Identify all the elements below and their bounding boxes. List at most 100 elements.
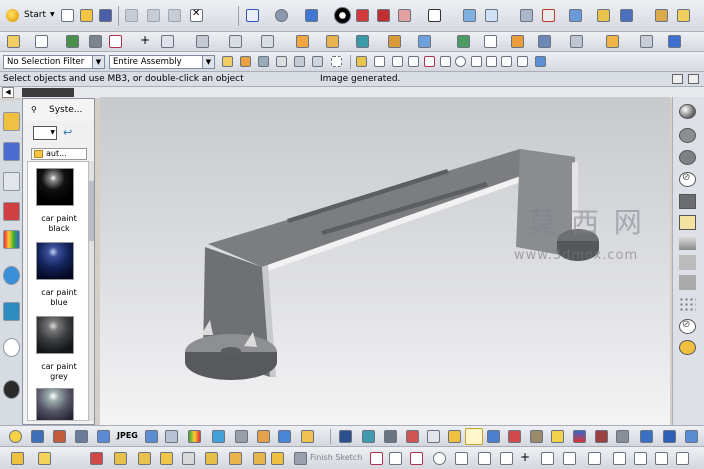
dots-grid-icon[interactable] [679, 297, 696, 312]
mirror-curve-icon[interactable] [588, 452, 601, 465]
folder-stack-icon[interactable] [640, 430, 653, 443]
snap-center-icon[interactable] [440, 56, 451, 67]
folder-row[interactable]: aut... [31, 148, 87, 160]
constraint-navigator-icon[interactable] [3, 142, 20, 161]
arc-icon[interactable] [410, 452, 423, 465]
stage-icon[interactable] [212, 430, 225, 443]
sketch-grid-icon[interactable] [294, 452, 307, 465]
sparkle-icon[interactable] [11, 452, 24, 465]
point-icon[interactable] [485, 9, 498, 22]
texture-icon[interactable] [75, 430, 88, 443]
photo-icon[interactable] [53, 430, 66, 443]
white-square-icon[interactable] [428, 9, 441, 22]
graphics-window[interactable]: 莫 西 网 www.3dmox.com [100, 97, 670, 427]
line-icon[interactable] [389, 452, 402, 465]
palette-icon[interactable] [3, 230, 20, 249]
copy-icon[interactable] [147, 9, 160, 22]
floor-icon[interactable] [679, 255, 696, 270]
polyline-icon[interactable] [455, 452, 468, 465]
circle-icon[interactable] [433, 452, 446, 465]
mesh-icon[interactable] [640, 35, 653, 48]
blue-block-icon[interactable] [663, 430, 676, 443]
point-set-icon[interactable] [114, 452, 127, 465]
star-icon[interactable] [38, 452, 51, 465]
pattern-tool-icon[interactable] [182, 452, 195, 465]
hole-icon[interactable] [356, 35, 369, 48]
dynamic-icon[interactable] [448, 430, 461, 443]
snap-control-icon[interactable] [408, 56, 419, 67]
sketch-icon[interactable] [7, 35, 20, 48]
part-navigator-icon[interactable] [3, 172, 20, 191]
monitor-icon[interactable] [339, 430, 352, 443]
color-spheres-icon[interactable] [188, 430, 201, 443]
jpeg-export-button[interactable]: JPEG [117, 431, 138, 443]
pin-icon[interactable]: ⚲ [31, 105, 37, 114]
cube-view-icon[interactable] [616, 430, 629, 443]
clock-icon[interactable] [3, 338, 20, 357]
cross-icon[interactable]: + [520, 451, 533, 465]
camera-icon[interactable] [31, 430, 44, 443]
maximize-icon[interactable] [688, 74, 699, 84]
red-cube-edge-icon[interactable] [398, 9, 411, 22]
spline-icon[interactable] [271, 452, 284, 465]
orient-view-icon[interactable] [275, 9, 288, 22]
studio-render-icon[interactable] [145, 430, 158, 443]
selection-filter-select[interactable]: No Selection Filter ▼ [3, 55, 105, 69]
select-all-icon[interactable] [312, 56, 323, 67]
snap-line-icon[interactable] [392, 56, 403, 67]
paste-icon[interactable] [168, 9, 181, 22]
material-editor-icon[interactable] [165, 430, 178, 443]
blend-icon[interactable] [160, 452, 173, 465]
datum-plane-icon[interactable] [35, 35, 48, 48]
quick-extend-icon[interactable] [634, 452, 647, 465]
box-icon[interactable] [257, 430, 270, 443]
minimize-icon[interactable] [672, 74, 683, 84]
quick-trim-icon[interactable] [613, 452, 626, 465]
light-icon[interactable] [679, 215, 696, 230]
draft-icon[interactable] [538, 35, 551, 48]
material-item[interactable]: car paint black [28, 162, 88, 237]
curve-icon[interactable] [109, 35, 122, 48]
select-feature-icon[interactable] [258, 56, 269, 67]
red-cube-wire-icon[interactable] [377, 9, 390, 22]
corner-icon[interactable] [655, 452, 668, 465]
profile-icon[interactable] [370, 452, 383, 465]
trim-icon[interactable] [261, 35, 274, 48]
ellipse-icon[interactable] [541, 452, 554, 465]
coins-icon[interactable] [530, 430, 543, 443]
decal-icon[interactable] [97, 430, 110, 443]
panel-tab[interactable] [22, 88, 74, 97]
project-icon[interactable] [229, 452, 242, 465]
view-mode-button[interactable]: ▼ [33, 126, 57, 140]
gear-icon[interactable] [595, 430, 608, 443]
cut-icon[interactable] [125, 9, 138, 22]
snap-icon[interactable] [569, 9, 582, 22]
fit-view-icon[interactable] [246, 9, 259, 22]
scatter-icon[interactable] [138, 452, 151, 465]
layer-icon[interactable] [520, 9, 533, 22]
painting-icon[interactable] [573, 430, 586, 443]
snap-midpoint-icon[interactable] [374, 56, 385, 67]
join-icon[interactable] [205, 452, 218, 465]
open-folder-icon[interactable] [80, 9, 93, 22]
analysis-icon[interactable] [597, 9, 610, 22]
select-body-icon[interactable] [240, 56, 251, 67]
snap-endpoint-icon[interactable] [356, 56, 367, 67]
select-face-icon[interactable] [222, 56, 233, 67]
reuse-library-icon[interactable] [3, 202, 20, 221]
grid-icon[interactable] [89, 35, 102, 48]
panel-scrollbar[interactable] [89, 161, 94, 421]
blue-cube-icon[interactable] [278, 430, 291, 443]
export-icon[interactable] [685, 430, 698, 443]
shaded-edges-icon[interactable] [679, 150, 696, 165]
boss-icon[interactable] [388, 35, 401, 48]
system-materials-icon[interactable] [3, 380, 20, 399]
snap-circle-icon[interactable] [455, 56, 466, 67]
polygon-icon[interactable] [161, 35, 174, 48]
edge-blend-icon[interactable] [457, 35, 470, 48]
rectangle-icon[interactable] [500, 452, 513, 465]
start-button[interactable]: Start ▼ [4, 7, 55, 24]
light-bulb-icon[interactable] [9, 430, 22, 443]
pin-tool-icon[interactable] [90, 452, 103, 465]
csys-icon[interactable] [542, 9, 555, 22]
